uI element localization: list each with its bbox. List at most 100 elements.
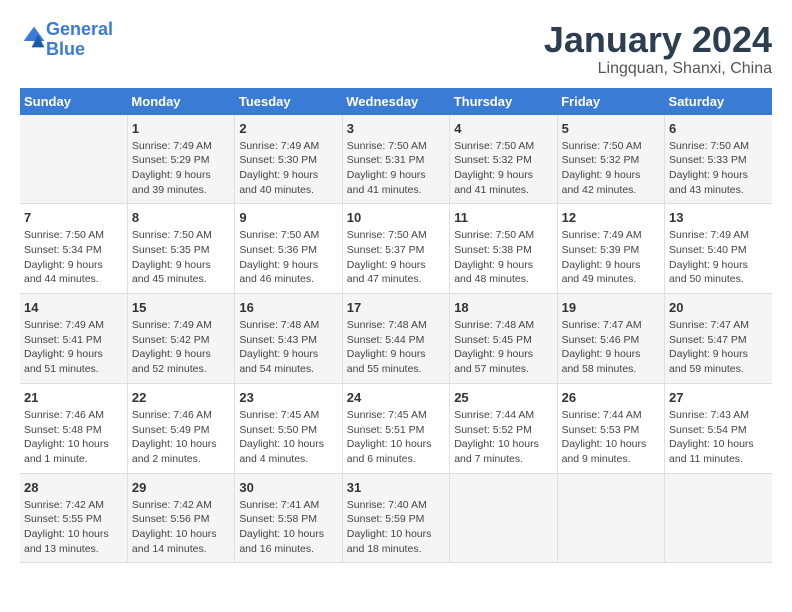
- col-header-sunday: Sunday: [20, 88, 127, 115]
- day-info: Sunrise: 7:46 AMSunset: 5:48 PMDaylight:…: [24, 408, 123, 467]
- day-number: 4: [454, 121, 552, 136]
- empty-cell: [557, 473, 664, 563]
- empty-cell: [450, 473, 557, 563]
- logo-text: General Blue: [46, 20, 113, 60]
- day-number: 7: [24, 210, 123, 225]
- day-number: 2: [239, 121, 337, 136]
- day-cell-14: 14 Sunrise: 7:49 AMSunset: 5:41 PMDayligh…: [20, 294, 127, 384]
- week-row-4: 21 Sunrise: 7:46 AMSunset: 5:48 PMDayligh…: [20, 383, 772, 473]
- day-number: 23: [239, 390, 337, 405]
- day-info: Sunrise: 7:46 AMSunset: 5:49 PMDaylight:…: [132, 408, 230, 467]
- day-number: 28: [24, 480, 123, 495]
- day-cell-17: 17 Sunrise: 7:48 AMSunset: 5:44 PMDayligh…: [342, 294, 449, 384]
- day-number: 20: [669, 300, 768, 315]
- day-number: 19: [562, 300, 660, 315]
- calendar-table: SundayMondayTuesdayWednesdayThursdayFrid…: [20, 88, 772, 564]
- day-number: 8: [132, 210, 230, 225]
- day-info: Sunrise: 7:50 AMSunset: 5:36 PMDaylight:…: [239, 228, 337, 287]
- day-cell-19: 19 Sunrise: 7:47 AMSunset: 5:46 PMDayligh…: [557, 294, 664, 384]
- day-number: 5: [562, 121, 660, 136]
- day-number: 10: [347, 210, 445, 225]
- day-number: 26: [562, 390, 660, 405]
- day-number: 1: [132, 121, 230, 136]
- day-number: 12: [562, 210, 660, 225]
- day-number: 11: [454, 210, 552, 225]
- day-cell-9: 9 Sunrise: 7:50 AMSunset: 5:36 PMDaylight…: [235, 204, 342, 294]
- day-number: 17: [347, 300, 445, 315]
- day-info: Sunrise: 7:43 AMSunset: 5:54 PMDaylight:…: [669, 408, 768, 467]
- day-info: Sunrise: 7:49 AMSunset: 5:30 PMDaylight:…: [239, 139, 337, 198]
- day-number: 18: [454, 300, 552, 315]
- day-number: 22: [132, 390, 230, 405]
- day-cell-13: 13 Sunrise: 7:49 AMSunset: 5:40 PMDayligh…: [665, 204, 772, 294]
- day-info: Sunrise: 7:48 AMSunset: 5:45 PMDaylight:…: [454, 318, 552, 377]
- week-row-5: 28 Sunrise: 7:42 AMSunset: 5:55 PMDayligh…: [20, 473, 772, 563]
- logo-icon: [22, 25, 46, 49]
- day-info: Sunrise: 7:50 AMSunset: 5:31 PMDaylight:…: [347, 139, 445, 198]
- day-cell-18: 18 Sunrise: 7:48 AMSunset: 5:45 PMDayligh…: [450, 294, 557, 384]
- day-info: Sunrise: 7:50 AMSunset: 5:37 PMDaylight:…: [347, 228, 445, 287]
- page-header: General Blue January 2024 Lingquan, Shan…: [20, 20, 772, 78]
- day-number: 9: [239, 210, 337, 225]
- day-info: Sunrise: 7:41 AMSunset: 5:58 PMDaylight:…: [239, 498, 337, 557]
- day-cell-21: 21 Sunrise: 7:46 AMSunset: 5:48 PMDayligh…: [20, 383, 127, 473]
- day-info: Sunrise: 7:49 AMSunset: 5:40 PMDaylight:…: [669, 228, 768, 287]
- day-number: 15: [132, 300, 230, 315]
- day-info: Sunrise: 7:40 AMSunset: 5:59 PMDaylight:…: [347, 498, 445, 557]
- day-info: Sunrise: 7:49 AMSunset: 5:42 PMDaylight:…: [132, 318, 230, 377]
- day-info: Sunrise: 7:49 AMSunset: 5:29 PMDaylight:…: [132, 139, 230, 198]
- day-number: 21: [24, 390, 123, 405]
- day-info: Sunrise: 7:42 AMSunset: 5:55 PMDaylight:…: [24, 498, 123, 557]
- day-info: Sunrise: 7:49 AMSunset: 5:39 PMDaylight:…: [562, 228, 660, 287]
- day-info: Sunrise: 7:44 AMSunset: 5:53 PMDaylight:…: [562, 408, 660, 467]
- day-cell-27: 27Sunrise: 7:43 AMSunset: 5:54 PMDayligh…: [665, 383, 772, 473]
- logo-line2: Blue: [46, 39, 85, 59]
- month-title: January 2024: [544, 20, 772, 60]
- day-cell-22: 22 Sunrise: 7:46 AMSunset: 5:49 PMDayligh…: [127, 383, 234, 473]
- logo-line1: General: [46, 19, 113, 39]
- day-info: Sunrise: 7:45 AMSunset: 5:51 PMDaylight:…: [347, 408, 445, 467]
- day-info: Sunrise: 7:50 AMSunset: 5:34 PMDaylight:…: [24, 228, 123, 287]
- day-cell-30: 30Sunrise: 7:41 AMSunset: 5:58 PMDayligh…: [235, 473, 342, 563]
- logo: General Blue: [20, 20, 113, 60]
- col-header-tuesday: Tuesday: [235, 88, 342, 115]
- day-number: 13: [669, 210, 768, 225]
- day-cell-6: 6Sunrise: 7:50 AMSunset: 5:33 PMDaylight…: [665, 115, 772, 204]
- header-row: SundayMondayTuesdayWednesdayThursdayFrid…: [20, 88, 772, 115]
- day-cell-2: 2 Sunrise: 7:49 AMSunset: 5:30 PMDaylight…: [235, 115, 342, 204]
- day-info: Sunrise: 7:49 AMSunset: 5:41 PMDaylight:…: [24, 318, 123, 377]
- week-row-1: 1 Sunrise: 7:49 AMSunset: 5:29 PMDaylight…: [20, 115, 772, 204]
- day-info: Sunrise: 7:50 AMSunset: 5:32 PMDaylight:…: [454, 139, 552, 198]
- day-cell-28: 28 Sunrise: 7:42 AMSunset: 5:55 PMDayligh…: [20, 473, 127, 563]
- day-cell-1: 1 Sunrise: 7:49 AMSunset: 5:29 PMDaylight…: [127, 115, 234, 204]
- day-info: Sunrise: 7:42 AMSunset: 5:56 PMDaylight:…: [132, 498, 230, 557]
- day-info: Sunrise: 7:50 AMSunset: 5:35 PMDaylight:…: [132, 228, 230, 287]
- day-number: 6: [669, 121, 768, 136]
- day-number: 16: [239, 300, 337, 315]
- day-info: Sunrise: 7:44 AMSunset: 5:52 PMDaylight:…: [454, 408, 552, 467]
- day-cell-10: 10 Sunrise: 7:50 AMSunset: 5:37 PMDayligh…: [342, 204, 449, 294]
- day-cell-11: 11 Sunrise: 7:50 AMSunset: 5:38 PMDayligh…: [450, 204, 557, 294]
- day-cell-3: 3Sunrise: 7:50 AMSunset: 5:31 PMDaylight…: [342, 115, 449, 204]
- col-header-thursday: Thursday: [450, 88, 557, 115]
- day-cell-4: 4 Sunrise: 7:50 AMSunset: 5:32 PMDaylight…: [450, 115, 557, 204]
- day-number: 24: [347, 390, 445, 405]
- col-header-friday: Friday: [557, 88, 664, 115]
- day-info: Sunrise: 7:45 AMSunset: 5:50 PMDaylight:…: [239, 408, 337, 467]
- day-cell-20: 20 Sunrise: 7:47 AMSunset: 5:47 PMDayligh…: [665, 294, 772, 384]
- empty-cell: [20, 115, 127, 204]
- day-number: 14: [24, 300, 123, 315]
- day-cell-12: 12 Sunrise: 7:49 AMSunset: 5:39 PMDayligh…: [557, 204, 664, 294]
- col-header-wednesday: Wednesday: [342, 88, 449, 115]
- day-info: Sunrise: 7:50 AMSunset: 5:32 PMDaylight:…: [562, 139, 660, 198]
- location: Lingquan, Shanxi, China: [544, 60, 772, 78]
- day-info: Sunrise: 7:47 AMSunset: 5:47 PMDaylight:…: [669, 318, 768, 377]
- day-info: Sunrise: 7:48 AMSunset: 5:43 PMDaylight:…: [239, 318, 337, 377]
- col-header-monday: Monday: [127, 88, 234, 115]
- day-info: Sunrise: 7:48 AMSunset: 5:44 PMDaylight:…: [347, 318, 445, 377]
- day-number: 31: [347, 480, 445, 495]
- day-info: Sunrise: 7:47 AMSunset: 5:46 PMDaylight:…: [562, 318, 660, 377]
- day-cell-7: 7 Sunrise: 7:50 AMSunset: 5:34 PMDaylight…: [20, 204, 127, 294]
- day-cell-15: 15 Sunrise: 7:49 AMSunset: 5:42 PMDayligh…: [127, 294, 234, 384]
- day-info: Sunrise: 7:50 AMSunset: 5:38 PMDaylight:…: [454, 228, 552, 287]
